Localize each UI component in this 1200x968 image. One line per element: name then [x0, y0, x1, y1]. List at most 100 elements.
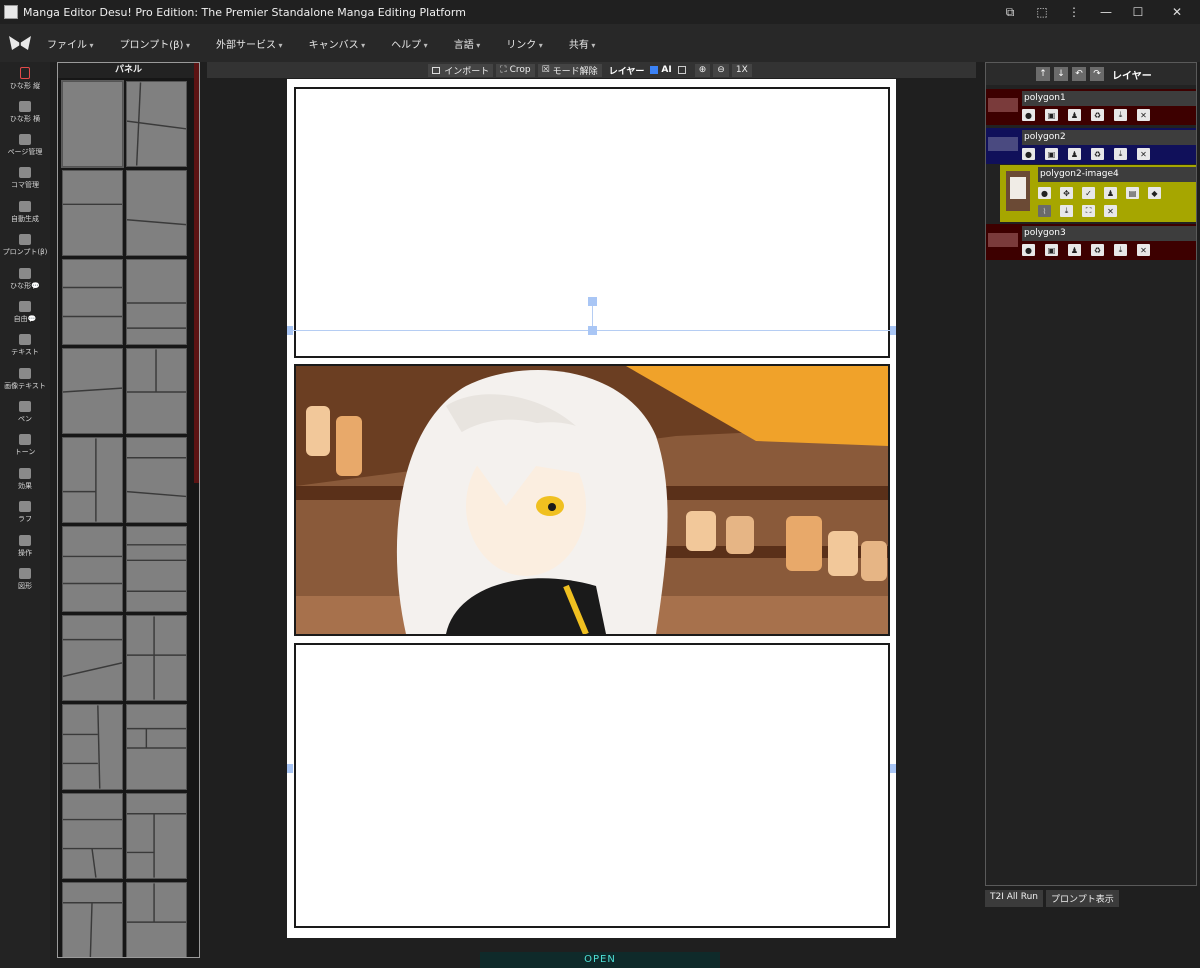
panel-template-thumb[interactable]	[62, 526, 123, 612]
recycle-icon[interactable]: ♻	[1091, 244, 1104, 256]
check-icon[interactable]: ✓	[1082, 187, 1095, 199]
tool-12[interactable]: 効果	[0, 463, 50, 496]
app-logo-icon[interactable]	[7, 32, 33, 54]
open-button[interactable]: OPEN	[480, 952, 720, 968]
zoom-out-button[interactable]: ⊖	[713, 63, 729, 77]
panel-template-thumb[interactable]	[62, 170, 123, 256]
panel-template-thumb[interactable]	[126, 793, 187, 879]
cube-icon[interactable]: ◆	[1148, 187, 1161, 199]
close-button[interactable]: ✕	[1154, 0, 1200, 24]
layer-polygon1[interactable]: polygon1 ● ▣ ♟ ♻ ⤓ ✕	[986, 89, 1196, 125]
visibility-icon[interactable]: ●	[1022, 148, 1035, 160]
visibility-icon[interactable]: ●	[1038, 187, 1051, 199]
download-icon[interactable]: ⤓	[1114, 109, 1127, 121]
tool-9[interactable]: 画像テキスト	[0, 363, 50, 396]
manga-page[interactable]	[287, 79, 896, 938]
delete-icon[interactable]: ✕	[1137, 109, 1150, 121]
layer-checkbox[interactable]	[650, 66, 659, 74]
panel-template-thumb[interactable]	[126, 437, 187, 523]
download-icon[interactable]: ⤓	[1060, 205, 1073, 217]
menu-language[interactable]: 言語	[454, 36, 481, 51]
delete-icon[interactable]: ✕	[1104, 205, 1117, 217]
menu-share[interactable]: 共有	[569, 36, 596, 51]
document-icon[interactable]: ▤	[1126, 187, 1139, 199]
zoom-in-button[interactable]: ⊕	[694, 63, 711, 77]
minimize-button[interactable]: —	[1090, 0, 1122, 24]
extension-icon[interactable]: ⬚	[1026, 0, 1058, 24]
run-icon[interactable]: ♟	[1068, 109, 1081, 121]
menu-link[interactable]: リンク	[506, 36, 543, 51]
redo-icon[interactable]: ↷	[1090, 67, 1104, 81]
panel-template-thumb[interactable]	[126, 170, 187, 256]
visibility-icon[interactable]: ●	[1022, 244, 1035, 256]
lock-icon[interactable]: ▣	[1045, 244, 1058, 256]
tool-0[interactable]: ひな形 縦	[0, 62, 50, 95]
layer-name[interactable]: polygon3	[1022, 226, 1196, 241]
layer-name[interactable]: polygon2-image4	[1038, 167, 1196, 182]
mode-release-button[interactable]: ☒ モード解除	[537, 63, 602, 77]
tool-8[interactable]: テキスト	[0, 329, 50, 362]
panel-template-thumb[interactable]	[62, 882, 123, 957]
resize-handle-right-2[interactable]	[890, 764, 896, 773]
panel-template-thumb[interactable]	[126, 348, 187, 434]
lock-icon[interactable]: ▣	[1045, 109, 1058, 121]
menu-file[interactable]: ファイル	[47, 36, 94, 51]
move-up-icon[interactable]: ↑	[1036, 67, 1050, 81]
move-icon[interactable]: ✥	[1060, 187, 1073, 199]
resize-handle-center[interactable]	[588, 326, 597, 335]
tool-6[interactable]: ひな形💬	[0, 262, 50, 295]
panel-template-thumb[interactable]	[126, 259, 187, 345]
menu-canvas[interactable]: キャンバス	[309, 36, 366, 51]
translate-icon[interactable]: ⧉	[994, 0, 1026, 24]
recycle-icon[interactable]: ♻	[1091, 148, 1104, 160]
panel-template-thumb[interactable]	[62, 437, 123, 523]
delete-icon[interactable]: ✕	[1137, 244, 1150, 256]
zoom-reset-button[interactable]: 1X	[731, 63, 752, 77]
scrollbar[interactable]	[194, 63, 199, 483]
layer-polygon3[interactable]: polygon3 ● ▣ ♟ ♻ ⤓ ✕	[986, 224, 1196, 260]
move-down-icon[interactable]: ↓	[1054, 67, 1068, 81]
panel-template-thumb[interactable]	[126, 526, 187, 612]
maximize-button[interactable]: ☐	[1122, 0, 1154, 24]
panel-template-thumb[interactable]	[126, 81, 187, 167]
tool-11[interactable]: トーン	[0, 429, 50, 462]
ai-checkbox[interactable]	[677, 66, 686, 74]
panel-template-thumb[interactable]	[62, 615, 123, 701]
panel-frame-2[interactable]	[294, 364, 890, 636]
run-icon[interactable]: ♟	[1068, 244, 1081, 256]
layer-name[interactable]: polygon1	[1022, 91, 1196, 106]
panel-template-thumb[interactable]	[126, 615, 187, 701]
tool-3[interactable]: コマ管理	[0, 162, 50, 195]
tool-1[interactable]: ひな形 横	[0, 95, 50, 128]
run-icon[interactable]: ♟	[1104, 187, 1117, 199]
run-icon[interactable]: ♟	[1068, 148, 1081, 160]
tool-2[interactable]: ページ管理	[0, 129, 50, 162]
panel-frame-3[interactable]	[294, 643, 890, 928]
show-prompt-button[interactable]: プロンプト表示	[1046, 890, 1119, 907]
tool-10[interactable]: ペン	[0, 396, 50, 429]
recycle-icon[interactable]: ♻	[1091, 109, 1104, 121]
tool-15[interactable]: 図形	[0, 563, 50, 596]
lock-icon[interactable]: ▣	[1045, 148, 1058, 160]
resize-handle-left-2[interactable]	[287, 764, 293, 773]
clip-icon[interactable]: ⌇	[1038, 205, 1051, 217]
panel-template-thumb[interactable]	[126, 704, 187, 790]
crop-button[interactable]: ⛶ Crop	[496, 63, 535, 77]
layer-name[interactable]: polygon2	[1022, 130, 1196, 145]
tool-4[interactable]: 自動生成	[0, 196, 50, 229]
undo-icon[interactable]: ↶	[1072, 67, 1086, 81]
tool-14[interactable]: 操作	[0, 529, 50, 562]
panel-template-thumb[interactable]	[62, 793, 123, 879]
tool-5[interactable]: プロンプト(β)	[0, 229, 50, 262]
download-icon[interactable]: ⤓	[1114, 148, 1127, 160]
fit-icon[interactable]: ⛶	[1082, 205, 1095, 217]
tool-13[interactable]: ラフ	[0, 496, 50, 529]
resize-handle-left[interactable]	[287, 326, 293, 335]
menu-prompt[interactable]: プロンプト(β)	[120, 36, 190, 51]
visibility-icon[interactable]: ●	[1022, 109, 1035, 121]
panel-template-thumb[interactable]	[62, 348, 123, 434]
tool-7[interactable]: 自由💬	[0, 296, 50, 329]
panel-template-thumb[interactable]	[126, 882, 187, 957]
delete-icon[interactable]: ✕	[1137, 148, 1150, 160]
resize-handle-right[interactable]	[890, 326, 896, 335]
